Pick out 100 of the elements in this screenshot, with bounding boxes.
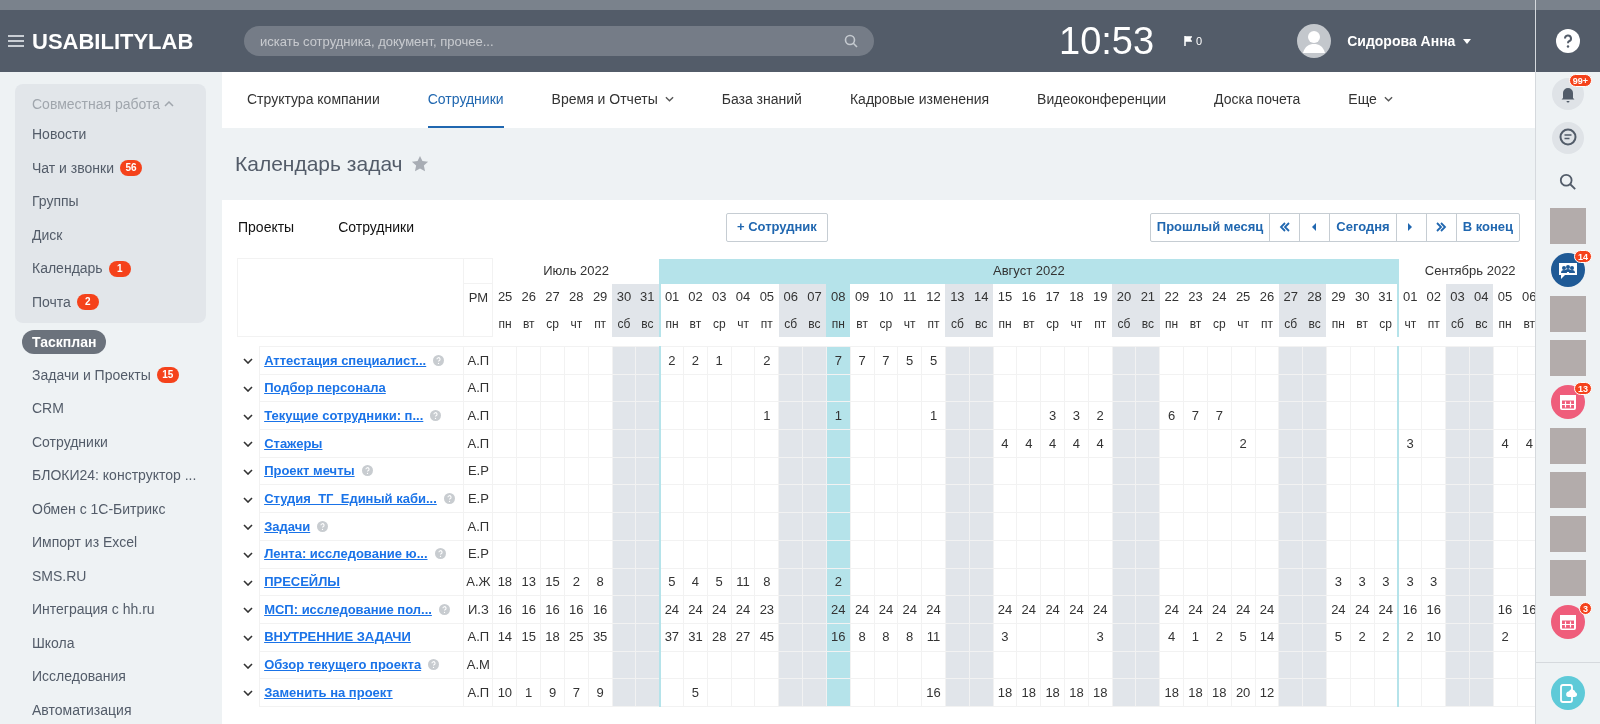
avatar-icon[interactable] (1297, 24, 1332, 58)
project-link[interactable]: МСП: исследование пол... (264, 601, 432, 617)
menu-icon[interactable] (8, 35, 24, 47)
hours-cell: 5 (683, 678, 708, 707)
project-link[interactable]: Проект мечты (264, 463, 355, 479)
manager-cell: А.П (463, 374, 493, 402)
chevron-down-icon[interactable] (243, 690, 254, 697)
chat-icon[interactable] (1552, 122, 1584, 154)
hours-cell: 24 (1159, 595, 1184, 624)
project-link[interactable]: Студия_ТГ_Единый каби... (264, 491, 437, 507)
chevron-down-icon[interactable] (243, 441, 254, 448)
hours-cell: 16 (492, 595, 517, 624)
star-icon[interactable] (410, 155, 429, 173)
sidebar-item[interactable]: Автоматизация (32, 699, 132, 721)
project-link[interactable]: Обзор текущего проекта (264, 657, 422, 673)
caret-icon[interactable] (1383, 96, 1393, 102)
hours-cell: 16 (921, 678, 946, 707)
caret-icon[interactable] (664, 96, 674, 102)
nav-tab[interactable]: Кадровые изменения (849, 72, 990, 128)
chevron-down-icon[interactable] (243, 607, 254, 614)
hours-cell: 16 (564, 595, 589, 624)
sidebar-item[interactable]: Чат и звонки (32, 157, 114, 179)
chevron-down-icon[interactable] (243, 551, 254, 558)
user-name[interactable]: Сидорова Анна (1347, 30, 1456, 52)
calendar-icon[interactable] (1551, 605, 1585, 639)
sidebar-item[interactable]: Календарь (32, 258, 103, 280)
project-link[interactable]: ВНУТРЕННИЕ ЗАДАЧИ (264, 629, 411, 645)
chevron-down-icon[interactable] (243, 385, 254, 392)
chevron-down-icon[interactable] (243, 496, 254, 503)
chevron-down-icon[interactable] (243, 413, 254, 420)
manager-cell: И.З (463, 595, 493, 624)
day-number: 14 (969, 283, 994, 311)
weekday-label: пт (588, 310, 613, 337)
day-number: 05 (1493, 283, 1517, 311)
sidebar-item[interactable]: Почта (32, 291, 71, 313)
nav-tab[interactable]: Время и Отчеты (551, 72, 674, 128)
project-link[interactable]: Текущие сотрудники: п... (264, 407, 424, 423)
chevron-down-icon[interactable] (243, 662, 254, 669)
chevron-down-icon[interactable] (243, 468, 254, 475)
project-link[interactable]: Лента: исследование ю... (264, 546, 428, 562)
hours-cell: 16 (1421, 595, 1446, 624)
project-link[interactable]: Стажеры (264, 435, 323, 451)
sidebar-item[interactable]: Сотрудники (32, 431, 108, 453)
weekday-label: вт (1355, 315, 1369, 333)
chevron-down-icon[interactable] (243, 358, 254, 365)
manager-cell: А.П (463, 346, 493, 375)
flag-icon[interactable] (1184, 36, 1193, 46)
project-link[interactable]: Подбор персонала (264, 380, 386, 396)
day-number: 04 (731, 283, 755, 311)
view-tab[interactable]: Проекты (238, 216, 295, 238)
sidebar-item[interactable]: Исследования (32, 666, 126, 688)
sidebar-item[interactable]: SMS.RU (32, 565, 87, 587)
nav-tab[interactable]: Сотрудники (427, 72, 504, 128)
add-employee-button[interactable]: + Сотрудник (726, 212, 828, 242)
chevron-down-icon[interactable] (243, 635, 254, 642)
day-number: 02 (1421, 283, 1446, 311)
logo[interactable]: USABILITYLAB (32, 24, 232, 58)
pager-button[interactable]: В конец (1455, 213, 1519, 241)
help-icon[interactable] (1556, 29, 1580, 53)
sidebar-item[interactable]: CRM (32, 398, 64, 420)
counter-badge: 13 (1574, 382, 1592, 395)
sidebar-item[interactable]: Школа (32, 632, 75, 654)
weekday-label: чт (736, 315, 750, 333)
hours-cell: 4 (993, 429, 1017, 458)
sidebar-item[interactable]: Обмен с 1С-Битрикс (32, 498, 166, 520)
pager-button[interactable]: Прошлый месяц (1150, 213, 1270, 241)
nav-tab[interactable]: Доска почета (1214, 72, 1301, 128)
nav-tab[interactable]: Видеоконференции (1037, 72, 1167, 128)
view-tab[interactable]: Сотрудники (338, 216, 415, 238)
weekday-label: пт (1088, 310, 1113, 337)
day-number: 25 (492, 283, 517, 311)
search-icon[interactable] (1559, 173, 1577, 191)
nav-tab[interactable]: База знаний (721, 72, 802, 128)
hours-cell: 24 (1088, 595, 1113, 624)
nav-tab[interactable]: Еще (1348, 72, 1393, 128)
day-number: 26 (520, 288, 537, 307)
nav-tab[interactable]: Структура компании (247, 72, 380, 128)
pager-button[interactable]: Сегодня (1329, 213, 1396, 241)
weekday-label: вт (850, 310, 874, 337)
sidebar-item[interactable]: Диск (32, 224, 63, 246)
day-number: 05 (754, 283, 779, 311)
chevron-down-icon[interactable] (243, 579, 254, 586)
sidebar-item[interactable]: Импорт из Excel (32, 532, 138, 554)
caret-icon[interactable] (1463, 38, 1472, 44)
hours-cell: 8 (754, 568, 779, 596)
sidebar-item[interactable]: Группы (32, 191, 79, 213)
weekday-label: сб (778, 310, 803, 337)
chevron-down-icon[interactable] (243, 524, 254, 531)
hours-cell: 2 (754, 346, 779, 375)
sidebar-item[interactable]: Новости (32, 124, 87, 146)
project-link[interactable]: Заменить на проект (264, 684, 393, 700)
project-link[interactable]: Задачи (264, 518, 311, 534)
project-link[interactable]: Аттестация специалист... (264, 352, 427, 368)
hours-cell: 1 (921, 401, 946, 430)
sidebar-item[interactable]: БЛОКИ24: конструктор ... (32, 465, 197, 487)
weekday-label: пн (659, 310, 684, 337)
sidebar-item[interactable]: Таскплан (22, 329, 107, 354)
sidebar-item[interactable]: Задачи и Проекты (32, 364, 151, 386)
project-link[interactable]: ПРЕСЕЙЛЫ (264, 574, 341, 590)
sidebar-item[interactable]: Интеграция с hh.ru (32, 599, 155, 621)
